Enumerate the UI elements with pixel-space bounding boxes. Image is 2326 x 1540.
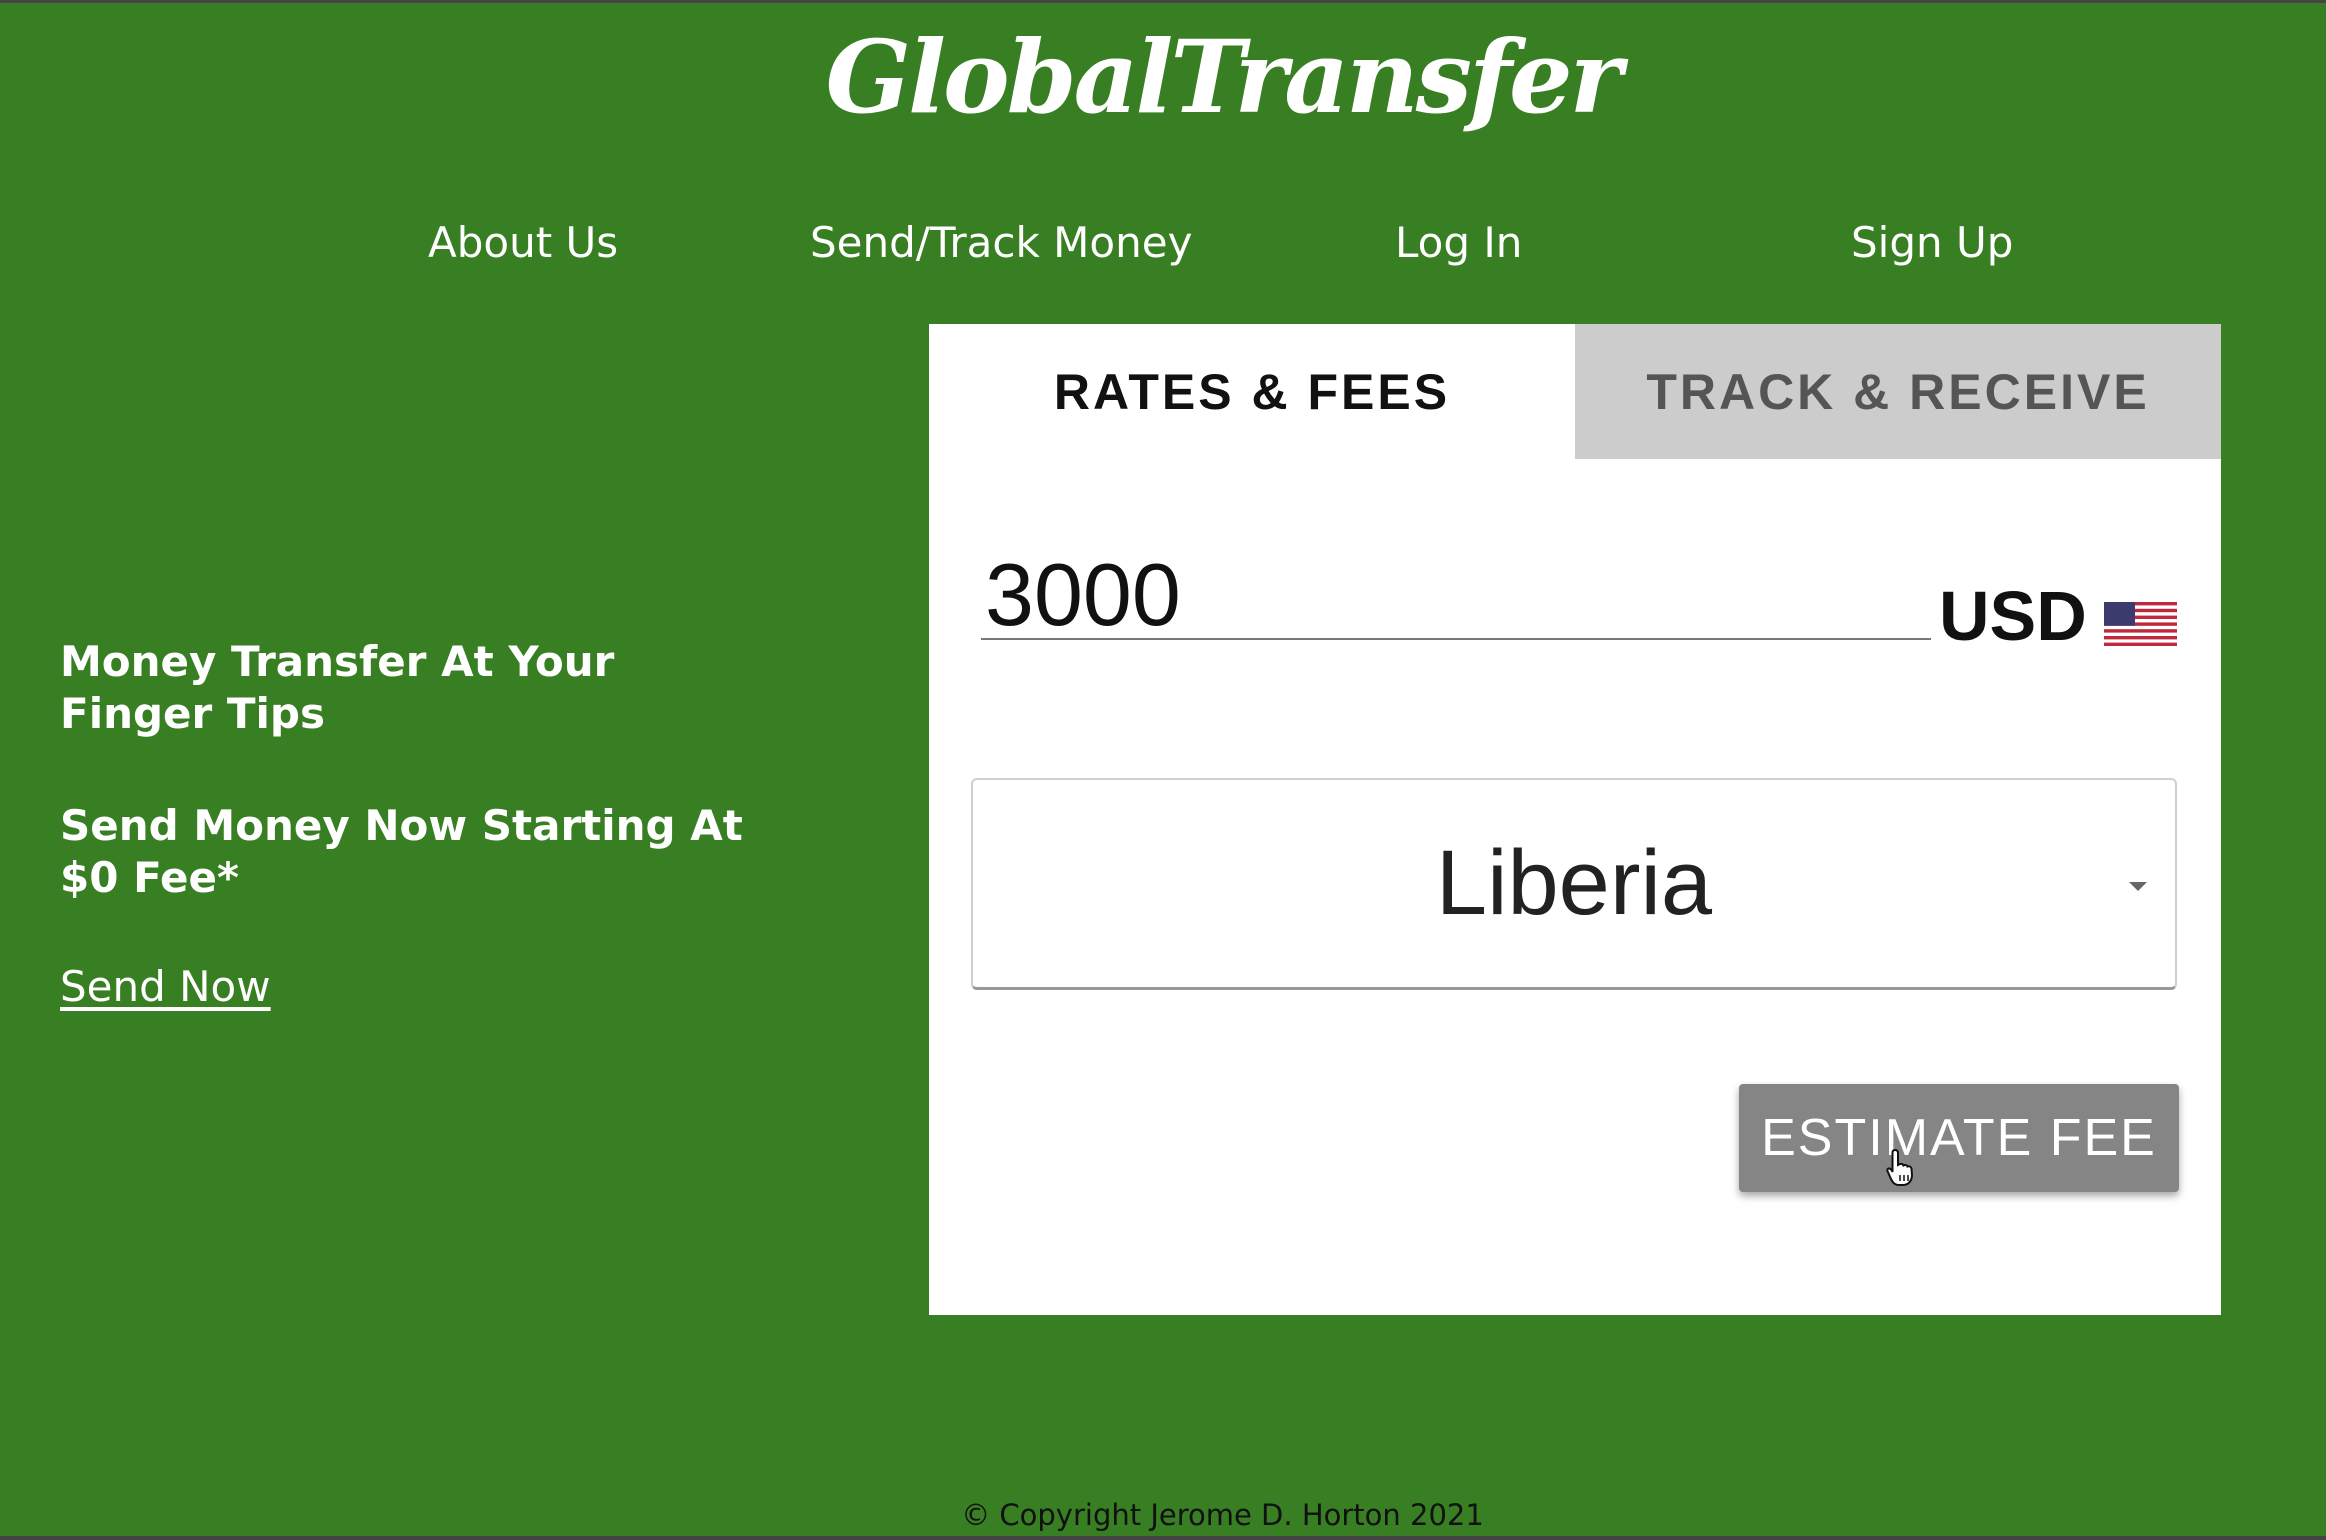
chevron-down-icon — [2129, 882, 2147, 891]
transfer-card: RATES & FEES TRACK & RECEIVE USD Liberia… — [929, 324, 2221, 1315]
amount-input[interactable] — [981, 552, 1931, 640]
hand-pointer-cursor-icon — [1886, 1148, 1914, 1186]
currency-label: USD — [1939, 577, 2087, 655]
footer-copyright: © Copyright Jerome D. Horton 2021 — [961, 1498, 1484, 1532]
nav-send-track-money[interactable]: Send/Track Money — [810, 218, 1192, 267]
us-flag-icon — [2104, 602, 2177, 646]
nav-about-us[interactable]: About Us — [428, 218, 618, 267]
hero-subheadline: Send Money Now Starting At $0 Fee* — [60, 801, 743, 902]
tab-track-receive[interactable]: TRACK & RECEIVE — [1575, 324, 2221, 459]
site-logo[interactable]: GlobalTransfer — [0, 18, 2326, 136]
estimate-fee-button[interactable]: ESTIMATE FEE — [1739, 1084, 2179, 1192]
nav-sign-up[interactable]: Sign Up — [1851, 218, 2013, 267]
bottom-border — [0, 1536, 2326, 1540]
nav-log-in[interactable]: Log In — [1395, 218, 1522, 267]
top-border — [0, 0, 2326, 3]
destination-country-select[interactable]: Liberia — [971, 778, 2177, 990]
selected-country: Liberia — [1435, 832, 1713, 934]
hero-headline: Money Transfer At Your Finger Tips — [60, 637, 615, 738]
send-now-link[interactable]: Send Now — [60, 962, 271, 1011]
tab-rates-fees[interactable]: RATES & FEES — [929, 324, 1575, 459]
